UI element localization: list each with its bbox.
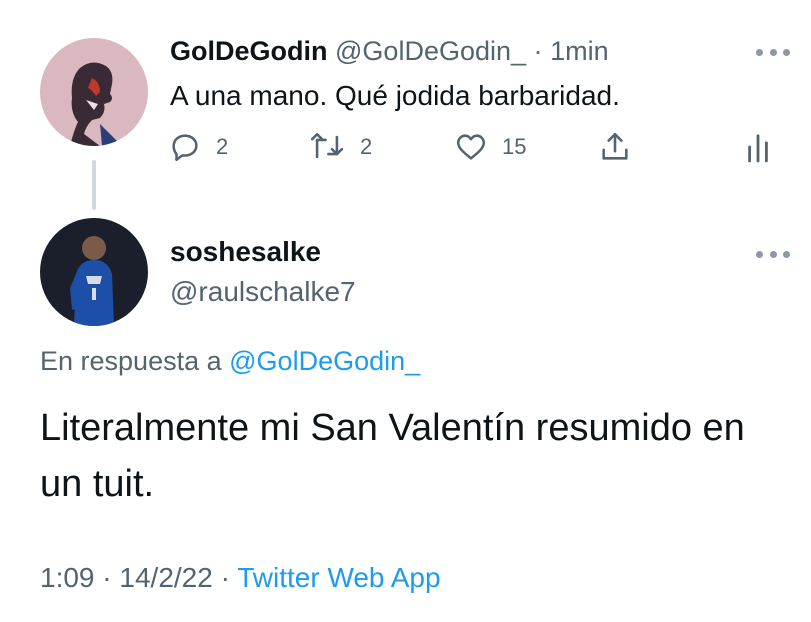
source-link[interactable]: Twitter Web App [237,562,440,593]
tweet-header: GolDeGodin @GolDeGodin_ · 1min [170,36,609,67]
reply-button[interactable]: 2 [168,130,228,164]
tweet-time[interactable]: 1min [550,36,609,66]
author-handle[interactable]: @GolDeGodin_ [335,36,526,66]
tweet-text: A una mano. Qué jodida barbaridad. [170,80,620,111]
mention-link[interactable]: @GolDeGodin_ [229,346,420,376]
replying-to: En respuesta a @GolDeGodin_ [40,346,420,377]
separator: · [220,562,230,593]
share-icon [598,130,632,164]
tweet-actions: 2 2 15 [168,130,778,170]
thread-line [92,160,96,210]
separator: · [102,562,112,593]
tweet-meta: 1:09 · 14/2/22 · Twitter Web App [40,562,441,594]
author-handle[interactable]: @raulschalke7 [170,276,356,308]
author-name[interactable]: GolDeGodin [170,36,328,66]
author-name[interactable]: soshesalke [170,236,321,268]
tweet-time[interactable]: 1:09 [40,562,95,593]
like-button[interactable]: 15 [454,130,526,164]
separator: · [533,36,543,66]
like-icon [454,130,488,164]
avatar-goldegodin[interactable] [40,38,148,146]
reply-count: 2 [216,134,229,159]
retweet-icon [308,130,346,164]
retweet-count: 2 [360,134,373,159]
tweet-text: Literalmente mi San Valentín resumido en… [40,407,745,505]
retweet-button[interactable]: 2 [308,130,372,164]
more-options-icon[interactable] [756,46,790,58]
share-button[interactable] [598,130,632,164]
more-options-icon[interactable] [756,248,790,260]
reply-icon [168,130,202,164]
like-count: 15 [502,134,527,159]
analytics-button[interactable] [744,130,772,164]
avatar-soshesalke[interactable] [40,218,148,326]
replying-prefix: En respuesta a [40,346,222,376]
analytics-icon [744,130,772,164]
tweet-date[interactable]: 14/2/22 [119,562,212,593]
